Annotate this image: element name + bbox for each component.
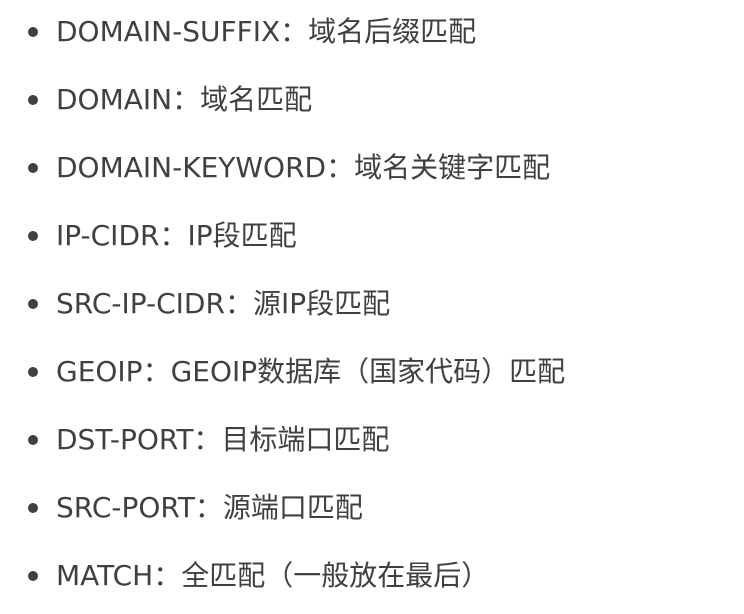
list-item-text: DOMAIN：域名匹配	[56, 83, 313, 116]
list-item-text: DST-PORT：目标端口匹配	[56, 423, 390, 456]
list-item-text: SRC-IP-CIDR：源IP段匹配	[56, 287, 391, 320]
bullet-icon	[28, 503, 38, 513]
list-item-text: IP-CIDR：IP段匹配	[56, 219, 297, 252]
list-item: IP-CIDR：IP段匹配	[28, 216, 297, 256]
list-item-text: SRC-PORT：源端口匹配	[56, 491, 363, 524]
list-item: SRC-PORT：源端口匹配	[28, 488, 363, 528]
bullet-icon	[28, 299, 38, 309]
bullet-icon	[28, 435, 38, 445]
bullet-icon	[28, 95, 38, 105]
list-item: DOMAIN-KEYWORD：域名关键字匹配	[28, 148, 550, 188]
list-item: DOMAIN：域名匹配	[28, 80, 312, 120]
bullet-icon	[28, 163, 38, 173]
list-item-text: GEOIP：GEOIP数据库（国家代码）匹配	[56, 355, 566, 388]
bullet-icon	[28, 27, 38, 37]
list-item: MATCH：全匹配（一般放在最后）	[28, 556, 489, 596]
list-item: GEOIP：GEOIP数据库（国家代码）匹配	[28, 352, 565, 392]
list-item: DST-PORT：目标端口匹配	[28, 420, 389, 460]
bullet-icon	[28, 571, 38, 581]
list-item-text: DOMAIN-SUFFIX：域名后缀匹配	[56, 15, 477, 48]
bullet-icon	[28, 231, 38, 241]
bullet-icon	[28, 367, 38, 377]
list-item-text: DOMAIN-KEYWORD：域名关键字匹配	[56, 151, 551, 184]
list-item: DOMAIN-SUFFIX：域名后缀匹配	[28, 12, 476, 52]
list-item-text: MATCH：全匹配（一般放在最后）	[56, 559, 490, 592]
list-item: SRC-IP-CIDR：源IP段匹配	[28, 284, 390, 324]
